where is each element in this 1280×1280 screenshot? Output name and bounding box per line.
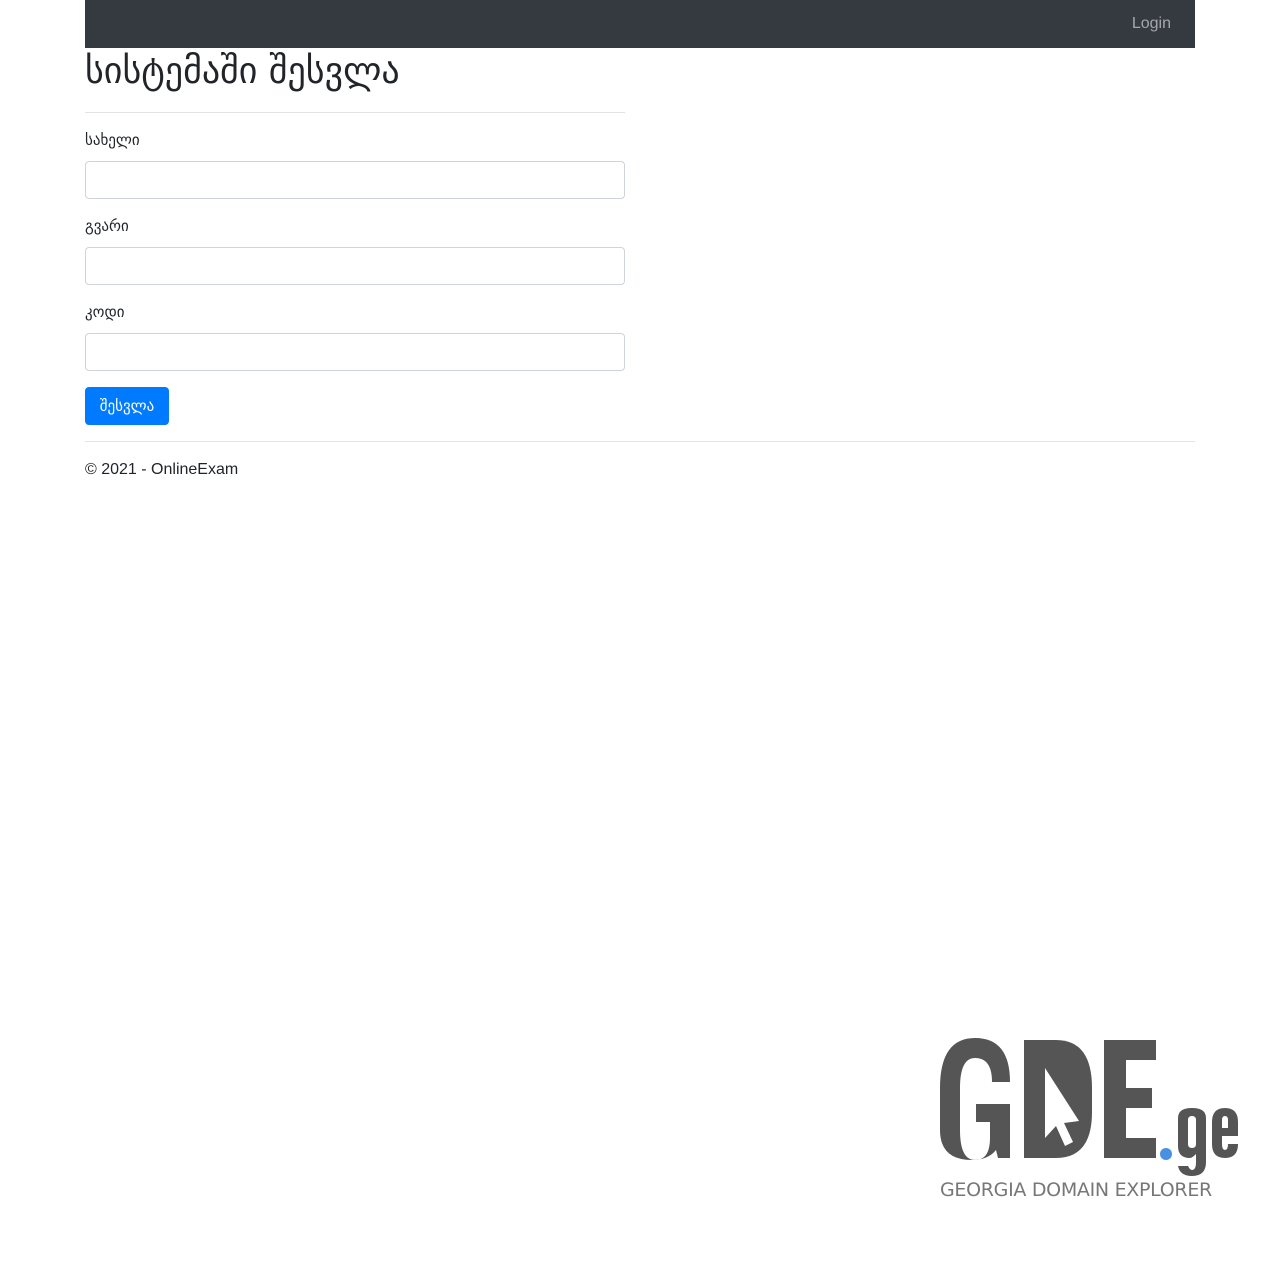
last-name-input[interactable] <box>85 247 625 285</box>
login-submit-button[interactable]: შესვლა <box>85 387 169 425</box>
first-name-input[interactable] <box>85 161 625 199</box>
logo-dot <box>1160 1148 1172 1160</box>
title-divider <box>85 112 625 113</box>
footer-copyright: © 2021 - OnlineExam <box>85 461 239 478</box>
top-navbar: Login <box>85 0 1195 48</box>
last-name-label: გვარი <box>85 217 129 235</box>
watermark-tagline: GEORGIA DOMAIN EXPLORER <box>940 1179 1212 1201</box>
logo-letter-e <box>1104 1040 1156 1158</box>
first-name-label: სახელი <box>85 131 140 149</box>
logo-letter-small-e <box>1212 1108 1238 1158</box>
nav-login-link[interactable]: Login <box>1132 14 1171 34</box>
footer-divider <box>85 441 1195 442</box>
page-title: სისტემაში შესვლა <box>85 51 400 92</box>
logo-letter-g <box>940 1038 1010 1160</box>
code-input[interactable] <box>85 333 625 371</box>
code-label: კოდი <box>85 303 125 321</box>
logo-letter-small-g <box>1178 1108 1206 1176</box>
